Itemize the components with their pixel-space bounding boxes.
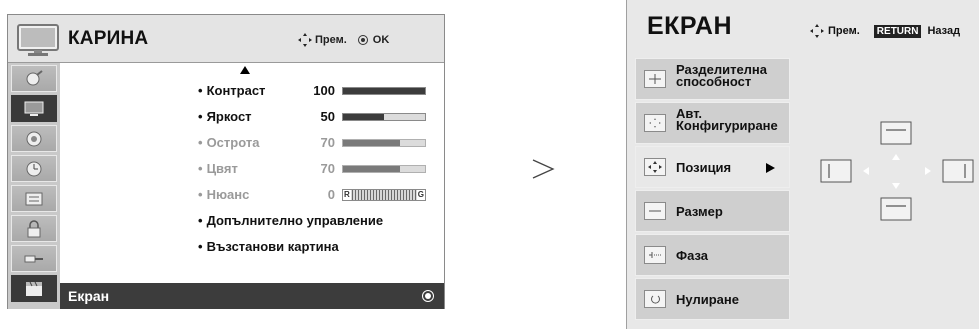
return-button-badge: RETURN [873, 24, 922, 38]
menu-row-picture-reset[interactable]: • Възстанови картина [198, 239, 339, 254]
move-arrows-icon [810, 24, 824, 38]
padlock-icon[interactable] [11, 215, 57, 242]
row-value: 0 [327, 187, 335, 202]
sharpness-level-bar[interactable] [342, 139, 426, 147]
position-arrows-icon [644, 158, 666, 176]
menu-item-label: Нулиране [676, 292, 739, 307]
tv-icon[interactable] [11, 95, 57, 122]
tint-slider[interactable]: R G [342, 189, 426, 201]
row-value: 70 [320, 161, 335, 176]
tint-red-label: R [343, 190, 351, 200]
row-label: Цвят [206, 161, 238, 176]
lock-list-icon[interactable] [11, 185, 57, 212]
next-step-arrow-icon [532, 159, 555, 179]
reset-icon [644, 290, 666, 308]
menu-item-phase[interactable]: Фаза [635, 234, 790, 276]
screen-menu-title: ЕКРАН [647, 12, 733, 40]
scroll-up-arrow-icon[interactable] [240, 66, 250, 74]
move-arrows-icon [298, 33, 312, 47]
move-hint-label: Прем. [315, 34, 347, 46]
back-hint-label: Назад [927, 25, 961, 37]
menu-item-auto-config[interactable]: Авт. Конфигуриране [635, 102, 790, 144]
menu-item-size[interactable]: Размер [635, 190, 790, 232]
position-down-box [880, 197, 912, 221]
menu-row-brightness[interactable]: • Яркост 50 [198, 109, 426, 124]
row-value: 100 [313, 83, 335, 98]
row-value: 70 [320, 135, 335, 150]
screen-menu-panel: ЕКРАН Прем. RETURN Назад Разделителна спо… [626, 0, 979, 329]
menu-item-label: Размер [676, 204, 723, 219]
picture-menu-title: КАРИНА [68, 28, 149, 49]
speaker-icon[interactable] [11, 125, 57, 152]
menu-row-sharpness[interactable]: • Острота 70 [198, 135, 426, 150]
position-left-box [820, 159, 852, 183]
plus-icon [644, 70, 666, 88]
row-label: Допълнително управление [206, 213, 384, 228]
tint-green-label: G [416, 190, 425, 200]
menu-row-screen-selected[interactable]: Екран [60, 283, 444, 309]
menu-row-advanced-control[interactable]: • Допълнително управление [198, 213, 383, 228]
ok-button-icon [357, 35, 368, 45]
menu-row-contrast[interactable]: • Контраст 100 [198, 83, 426, 98]
menu-row-tint[interactable]: • Нюанс 0 R G [198, 187, 426, 202]
row-label: Яркост [206, 109, 252, 124]
menu-item-label: Позиция [676, 160, 732, 175]
nav-hint: Прем. OK [298, 33, 389, 47]
input-plug-icon[interactable] [11, 245, 57, 272]
tv-icon [17, 24, 59, 56]
move-hint-label: Прем. [828, 25, 860, 37]
position-adjust-diagram[interactable] [817, 112, 977, 232]
screen-menu-list: Разделителна способност Авт. Конфигуриране… [635, 58, 790, 329]
position-up-box [880, 121, 912, 145]
menu-item-resolution[interactable]: Разделителна способност [635, 58, 790, 100]
film-clapper-icon[interactable] [11, 275, 57, 302]
row-label: Контраст [206, 83, 266, 98]
menu-item-reset[interactable]: Нулиране [635, 278, 790, 320]
selected-radio-icon [422, 290, 434, 302]
picture-menu-header: КАРИНА Прем. OK [8, 15, 444, 63]
nav-hint: Прем. RETURN Назад [810, 24, 960, 38]
satellite-icon[interactable] [11, 65, 57, 92]
menu-item-label: Авт. Конфигуриране [676, 106, 778, 133]
menu-item-label: Фаза [676, 248, 709, 263]
row-value: 50 [320, 109, 335, 124]
clock-icon[interactable] [11, 155, 57, 182]
menu-item-position[interactable]: Позиция [635, 146, 790, 188]
menu-category-sidebar [8, 63, 60, 309]
picture-menu-panel: КАРИНА Прем. OK • Контраст 100 • Яркост … [7, 14, 445, 309]
brightness-level-bar[interactable] [342, 113, 426, 121]
contrast-level-bar[interactable] [342, 87, 426, 95]
auto-config-icon [644, 114, 666, 132]
row-label: Нюанс [206, 187, 250, 202]
left-arrow-icon [863, 167, 869, 175]
size-icon [644, 202, 666, 220]
color-level-bar[interactable] [342, 165, 426, 173]
up-arrow-icon [892, 154, 900, 160]
row-label: Възстанови картина [206, 239, 339, 254]
menu-item-label: Разделителна способност [676, 62, 768, 89]
submenu-arrow-icon [766, 163, 775, 173]
ok-hint-label: OK [372, 34, 390, 46]
selected-item-label: Екран [68, 288, 110, 304]
menu-row-color[interactable]: • Цвят 70 [198, 161, 426, 176]
down-arrow-icon [892, 183, 900, 189]
row-label: Острота [206, 135, 260, 150]
right-arrow-icon [925, 167, 931, 175]
picture-menu-content: • Контраст 100 • Яркост 50 • Острота 70 • Цв… [60, 63, 444, 309]
phase-icon [644, 246, 666, 264]
position-right-box [942, 159, 974, 183]
screen-menu-header: ЕКРАН Прем. RETURN Назад [627, 0, 979, 58]
